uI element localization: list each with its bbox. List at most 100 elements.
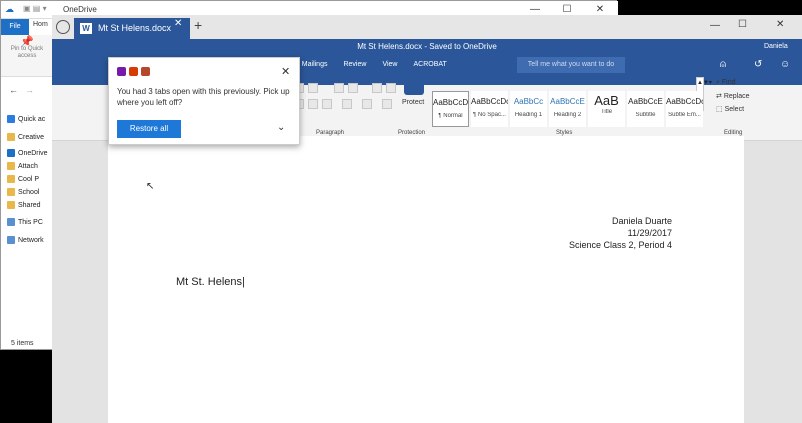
sidebar-item-label: Quick ac bbox=[18, 115, 46, 123]
style-2[interactable]: AaBbCc Heading 1 bbox=[510, 91, 547, 127]
style-name: ¶ Normal bbox=[438, 113, 463, 119]
user-name[interactable]: Daniela bbox=[764, 43, 788, 50]
star-icon bbox=[7, 115, 15, 123]
onenote-icon bbox=[117, 67, 126, 76]
style-preview: AaBbCcE bbox=[550, 97, 585, 106]
tab-document[interactable]: W Mt St Helens.docx bbox=[74, 18, 190, 39]
tab-menu-2[interactable]: Review bbox=[335, 61, 374, 75]
style-4[interactable]: AaB Title bbox=[588, 91, 625, 127]
cloud-icon bbox=[7, 149, 15, 157]
sidebar-item-label: Network bbox=[18, 236, 44, 244]
align-right-icon[interactable] bbox=[308, 99, 318, 109]
back-arrow-icon[interactable]: ← bbox=[9, 85, 18, 95]
tab-title: Mt St Helens.docx bbox=[98, 23, 172, 33]
document-title-text[interactable]: Mt St. Helens| bbox=[176, 276, 245, 288]
sidebar-item-2[interactable]: OneDrive bbox=[7, 147, 57, 159]
share-icon[interactable]: ⍝ bbox=[720, 59, 726, 70]
protect-button[interactable]: Protect bbox=[402, 99, 424, 106]
style-name: Subtle Em... bbox=[668, 112, 701, 118]
replace-button[interactable]: ⇄ Replace bbox=[716, 92, 750, 100]
tab-history-icon[interactable] bbox=[56, 20, 70, 34]
justify-icon[interactable] bbox=[322, 99, 332, 109]
increase-indent-icon[interactable] bbox=[348, 83, 358, 93]
decrease-indent-icon[interactable] bbox=[334, 83, 344, 93]
style-0[interactable]: AaBbCcDc ¶ Normal bbox=[432, 91, 469, 127]
borders-icon[interactable] bbox=[382, 99, 392, 109]
tab-menu-4[interactable]: ACROBAT bbox=[405, 61, 454, 75]
tell-me-search[interactable]: Tell me what you want to do bbox=[517, 57, 625, 73]
folder-icon bbox=[7, 201, 15, 209]
text-cursor: | bbox=[242, 276, 245, 288]
restore-all-button[interactable]: Restore all bbox=[117, 120, 181, 138]
select-button[interactable]: ⬚ Select bbox=[716, 105, 744, 113]
style-preview: AaBbCcDc bbox=[471, 97, 508, 106]
folder-icon bbox=[7, 162, 15, 170]
sidebar-item-label: OneDrive bbox=[18, 149, 48, 157]
onedrive-icon: ☁ bbox=[5, 4, 14, 14]
style-6[interactable]: AaBbCcDc Subtle Em... bbox=[666, 91, 703, 127]
forward-arrow-icon[interactable]: → bbox=[25, 85, 34, 95]
style-name: Title bbox=[600, 109, 613, 115]
file-tab[interactable]: File bbox=[1, 19, 29, 35]
document-header: Daniela Duarte 11/29/2017 Science Class … bbox=[522, 215, 672, 251]
word-icon: W bbox=[80, 23, 92, 34]
new-tab-icon[interactable]: + bbox=[194, 17, 202, 33]
sidebar-item-8[interactable]: Network bbox=[7, 234, 57, 246]
style-name: Heading 2 bbox=[553, 112, 582, 118]
minimize-icon[interactable]: — bbox=[710, 20, 720, 31]
find-button[interactable]: ⌕ Find bbox=[716, 79, 736, 87]
popup-close-icon[interactable]: ✕ bbox=[281, 65, 290, 78]
popup-message: You had 3 tabs open with this previously… bbox=[117, 87, 290, 107]
tab-menu-1[interactable]: Mailings bbox=[294, 61, 336, 75]
sidebar-item-label: Creative bbox=[18, 133, 45, 141]
style-3[interactable]: AaBbCcE Heading 2 bbox=[549, 91, 586, 127]
style-preview: AaB bbox=[594, 93, 619, 108]
protect-icon[interactable] bbox=[404, 77, 424, 95]
office-icon bbox=[129, 67, 138, 76]
network-icon bbox=[7, 236, 15, 244]
sidebar-item-label: This PC bbox=[18, 218, 43, 226]
sidebar-item-6[interactable]: Shared bbox=[7, 199, 57, 211]
date-line: 11/29/2017 bbox=[627, 228, 672, 238]
style-1[interactable]: AaBbCcDc ¶ No Spac... bbox=[471, 91, 508, 127]
show-marks-icon[interactable] bbox=[386, 83, 396, 93]
select-icon: ⬚ bbox=[716, 106, 725, 113]
tab-bar: W Mt St Helens.docx ✕ + — ☐ ✕ bbox=[52, 15, 802, 39]
multilevel-icon[interactable] bbox=[308, 83, 318, 93]
sidebar-item-0[interactable]: Quick ac bbox=[7, 113, 57, 125]
maximize-icon[interactable]: ☐ bbox=[738, 19, 747, 30]
sidebar-item-3[interactable]: Attach bbox=[7, 160, 57, 172]
history-icon[interactable]: ↺ bbox=[754, 59, 762, 70]
style-5[interactable]: AaBbCcE Subtitle bbox=[627, 91, 664, 127]
document-title: Mt St Helens.docx - Saved to OneDrive bbox=[357, 42, 497, 51]
comment-icon[interactable]: ☺ bbox=[780, 59, 790, 70]
style-name: ¶ No Spac... bbox=[473, 112, 506, 118]
powerpoint-icon bbox=[141, 67, 150, 76]
sidebar-item-label: School bbox=[18, 188, 40, 196]
shading-icon[interactable] bbox=[362, 99, 372, 109]
sidebar-item-label: Shared bbox=[18, 201, 41, 209]
style-preview: AaBbCcDc bbox=[433, 98, 468, 107]
author-line: Daniela Duarte bbox=[611, 216, 672, 226]
sidebar-item-5[interactable]: School bbox=[7, 186, 57, 198]
tab-close-icon[interactable]: ✕ bbox=[174, 18, 182, 29]
pin-label: Pin to Quick access bbox=[10, 46, 44, 59]
popup-app-icons bbox=[117, 67, 150, 76]
folder-icon bbox=[7, 175, 15, 183]
sidebar-item-7[interactable]: This PC bbox=[7, 216, 57, 228]
quick-access-toolbar-icon[interactable]: ▣ ▤ ▾ bbox=[23, 4, 47, 13]
explorer-title: OneDrive bbox=[63, 5, 97, 14]
sidebar-item-4[interactable]: Cool P bbox=[7, 173, 57, 185]
tab-menu-3[interactable]: View bbox=[374, 61, 405, 75]
chevron-down-icon[interactable]: ⌄ bbox=[277, 122, 285, 133]
close-icon[interactable]: ✕ bbox=[776, 19, 784, 30]
line-spacing-icon[interactable] bbox=[342, 99, 352, 109]
style-name: Subtitle bbox=[635, 112, 656, 118]
pin-quick-access-button[interactable]: 📌 Pin to Quick access bbox=[5, 37, 49, 60]
status-item-count: 5 items bbox=[11, 340, 34, 347]
sidebar-item-1[interactable]: Creative bbox=[7, 131, 57, 143]
sort-icon[interactable] bbox=[372, 83, 382, 93]
home-tab[interactable]: Hom bbox=[33, 21, 48, 28]
sidebar-item-label: Attach bbox=[18, 162, 38, 170]
word-window: W Mt St Helens.docx ✕ + — ☐ ✕ Mt St Hele… bbox=[52, 15, 802, 423]
